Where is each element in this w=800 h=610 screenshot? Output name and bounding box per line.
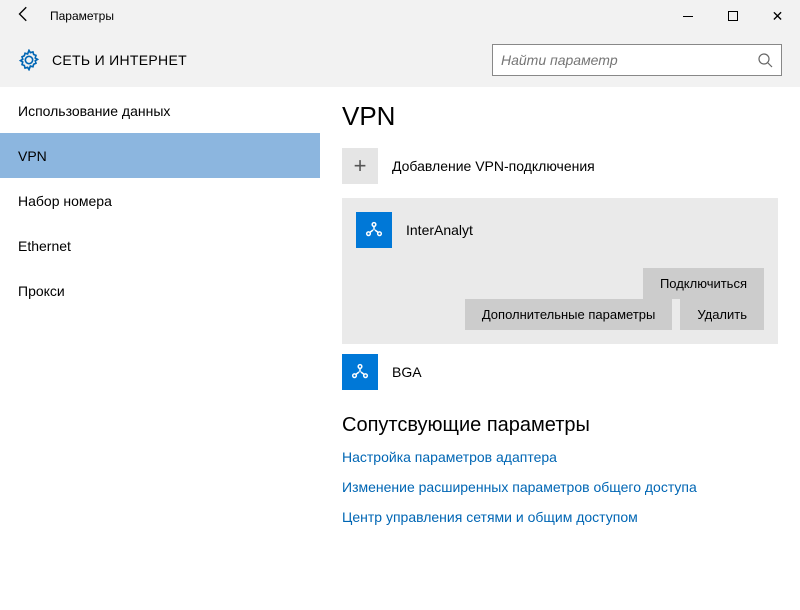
add-vpn-button[interactable]: + Добавление VPN-подключения [342, 148, 778, 184]
advanced-options-button[interactable]: Дополнительные параметры [465, 299, 673, 330]
sidebar-item-vpn[interactable]: VPN [0, 133, 320, 178]
sidebar-item-data-usage[interactable]: Использование данных [0, 88, 320, 133]
vpn-connection-item[interactable]: BGA [342, 354, 778, 390]
vpn-connection-card[interactable]: InterAnalyt Подключиться Дополнительные … [342, 198, 778, 344]
vpn-connection-icon [356, 212, 392, 248]
back-button[interactable] [8, 5, 40, 27]
page-heading: VPN [342, 101, 778, 132]
connect-button[interactable]: Подключиться [643, 268, 764, 299]
search-box[interactable] [492, 44, 782, 76]
main-panel: VPN + Добавление VPN-подключения InterAn… [320, 87, 800, 610]
close-button[interactable]: ✕ [755, 0, 800, 32]
link-network-center[interactable]: Центр управления сетями и общим доступом [342, 509, 778, 525]
sidebar-item-ethernet[interactable]: Ethernet [0, 223, 320, 268]
delete-button[interactable]: Удалить [680, 299, 764, 330]
category-title: СЕТЬ И ИНТЕРНЕТ [52, 52, 187, 68]
vpn-connection-icon [342, 354, 378, 390]
vpn-connection-name: BGA [392, 364, 422, 380]
plus-icon: + [342, 148, 378, 184]
vpn-connection-name: InterAnalyt [406, 222, 473, 238]
sidebar: Использование данных VPN Набор номера Et… [0, 87, 320, 610]
add-vpn-label: Добавление VPN-подключения [392, 158, 595, 174]
minimize-button[interactable] [665, 0, 710, 32]
window-title: Параметры [50, 9, 114, 23]
search-input[interactable] [501, 52, 757, 68]
sidebar-item-proxy[interactable]: Прокси [0, 268, 320, 313]
sidebar-item-dialup[interactable]: Набор номера [0, 178, 320, 223]
related-settings-heading: Сопутсвующие параметры [342, 414, 778, 437]
header: СЕТЬ И ИНТЕРНЕТ [0, 32, 800, 87]
titlebar: Параметры ✕ [0, 0, 800, 32]
maximize-button[interactable] [710, 0, 755, 32]
link-adapter-options[interactable]: Настройка параметров адаптера [342, 449, 778, 465]
search-icon [757, 52, 773, 68]
link-advanced-sharing[interactable]: Изменение расширенных параметров общего … [342, 479, 778, 495]
gear-icon [18, 49, 40, 71]
